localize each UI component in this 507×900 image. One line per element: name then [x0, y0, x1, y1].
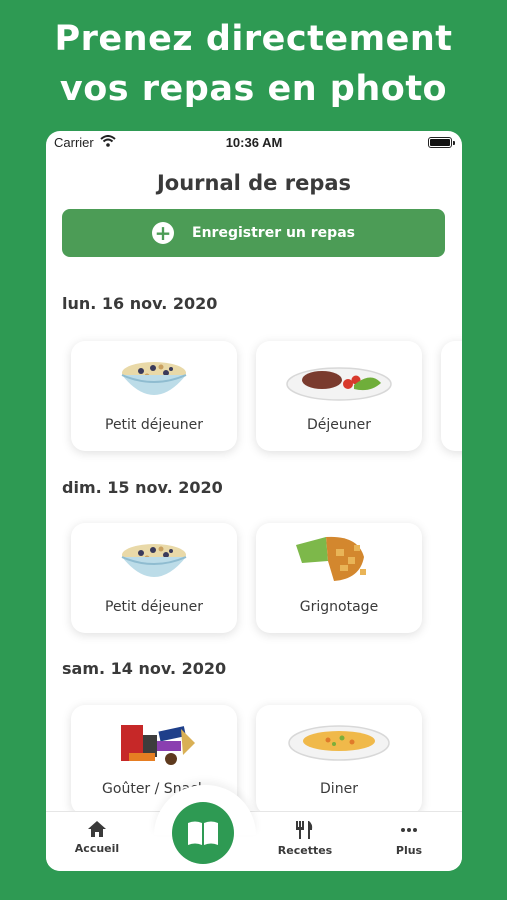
- steak-plate-icon: [286, 367, 392, 401]
- meal-card-label: Déjeuner: [306, 417, 371, 433]
- meal-card-lunch[interactable]: Déjeuner: [256, 341, 422, 451]
- meal-card-label: Petit déjeuner: [105, 417, 203, 433]
- meal-card-label: Grignotage: [299, 599, 379, 615]
- tab-recipes[interactable]: Recettes: [260, 820, 350, 857]
- meal-card-partial[interactable]: [441, 341, 462, 451]
- cereal-bowl-icon: [121, 362, 187, 395]
- tab-more[interactable]: Plus: [364, 820, 454, 857]
- meal-card-breakfast[interactable]: Petit déjeuner: [71, 341, 237, 451]
- tab-home-label: Accueil: [74, 842, 120, 855]
- clock: 10:36 AM: [225, 135, 283, 150]
- tab-recipes-label: Recettes: [277, 844, 333, 857]
- plus-circle-icon: +: [152, 222, 175, 244]
- promo-line-1: Prenez directement: [54, 19, 453, 59]
- promo-headline: Prenez directement vos repas en photo: [0, 14, 507, 114]
- page-title: Journal de repas: [156, 171, 352, 195]
- journal-center-button[interactable]: [172, 802, 234, 864]
- day-header: sam. 14 nov. 2020: [62, 659, 227, 678]
- status-bar: Carrier 10:36 AM: [46, 131, 462, 155]
- record-meal-label: Enregistrer un repas: [192, 225, 355, 241]
- record-meal-button[interactable]: + Enregistrer un repas: [62, 209, 445, 257]
- home-icon: [88, 821, 106, 837]
- tab-more-label: Plus: [395, 844, 423, 857]
- soup-plate-icon: [288, 725, 390, 761]
- meal-card-dinner[interactable]: Diner: [256, 705, 422, 815]
- day-header: lun. 16 nov. 2020: [62, 294, 218, 313]
- open-book-icon: [188, 821, 218, 845]
- phone-screen: Carrier 10:36 AM Journal de repas + Enre…: [46, 131, 462, 871]
- meal-card-label: Diner: [320, 781, 358, 797]
- meal-card-breakfast[interactable]: Petit déjeuner: [71, 523, 237, 633]
- chips-bag-icon: [296, 536, 366, 581]
- promo-line-2: vos repas en photo: [59, 69, 448, 109]
- meal-card-snack[interactable]: Grignotage: [256, 523, 422, 633]
- tab-home[interactable]: Accueil: [52, 820, 142, 855]
- cereal-bowl-icon: [121, 544, 187, 577]
- more-dots-icon: [401, 828, 417, 832]
- day-header: dim. 15 nov. 2020: [62, 478, 223, 497]
- battery-icon: [428, 137, 455, 148]
- meal-card-label: Petit déjeuner: [105, 599, 203, 615]
- snacks-icon: [121, 725, 195, 765]
- fork-knife-icon: [296, 821, 313, 839]
